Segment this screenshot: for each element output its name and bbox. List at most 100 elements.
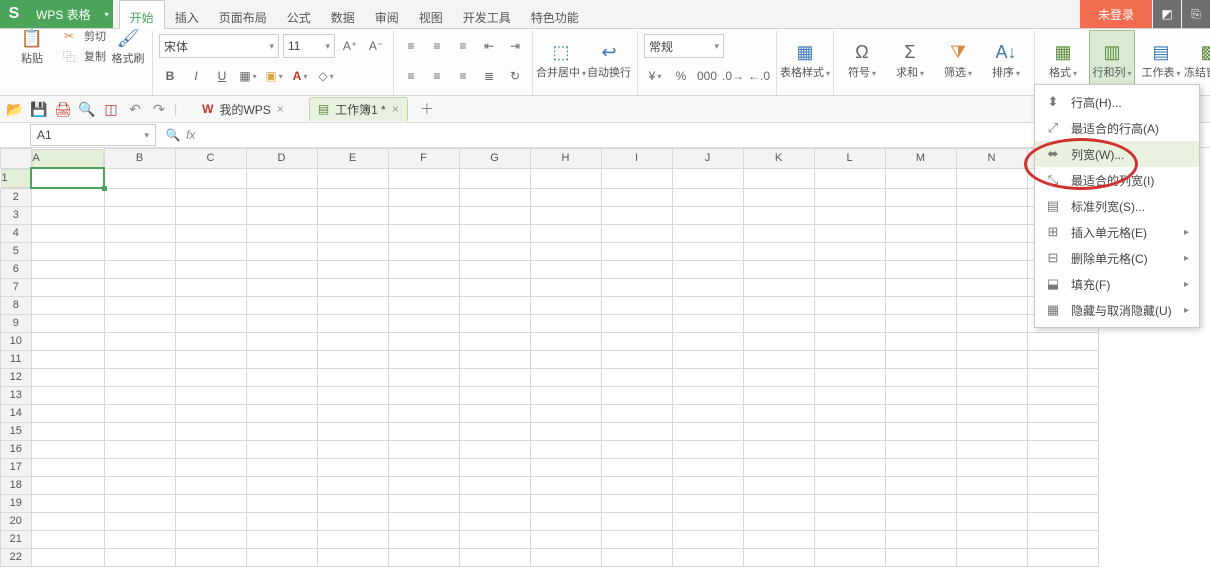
cell-C4[interactable]	[175, 224, 246, 242]
cell-M7[interactable]	[885, 278, 956, 296]
menu-tab-7[interactable]: 开发工具	[453, 0, 521, 28]
cell-M16[interactable]	[885, 440, 956, 458]
row-header-18[interactable]: 18	[1, 476, 32, 494]
cell-A11[interactable]	[31, 350, 104, 368]
row-header-14[interactable]: 14	[1, 404, 32, 422]
cell-K22[interactable]	[743, 548, 814, 566]
cell-K21[interactable]	[743, 530, 814, 548]
cell-B10[interactable]	[104, 332, 175, 350]
cell-J1[interactable]	[672, 168, 743, 188]
cell-B8[interactable]	[104, 296, 175, 314]
cell-E21[interactable]	[317, 530, 388, 548]
cell-O10[interactable]	[1027, 332, 1098, 350]
row-header-4[interactable]: 4	[1, 224, 32, 242]
col-header-E[interactable]: E	[317, 149, 388, 169]
cell-A5[interactable]	[31, 242, 104, 260]
cell-N9[interactable]	[956, 314, 1027, 332]
shrink-font-icon[interactable]: A⁻	[365, 35, 387, 57]
cell-A15[interactable]	[31, 422, 104, 440]
phonetic-button[interactable]: ◇▾	[315, 65, 337, 87]
dec-dec-icon[interactable]: ←.0	[748, 65, 770, 87]
menu-tab-8[interactable]: 特色功能	[521, 0, 589, 28]
cell-M1[interactable]	[885, 168, 956, 188]
col-header-L[interactable]: L	[814, 149, 885, 169]
cell-C1[interactable]	[175, 168, 246, 188]
cell-L12[interactable]	[814, 368, 885, 386]
copy-icon[interactable]: ⿻	[58, 45, 80, 67]
cell-K10[interactable]	[743, 332, 814, 350]
cell-I2[interactable]	[601, 188, 672, 206]
cell-M4[interactable]	[885, 224, 956, 242]
cell-N11[interactable]	[956, 350, 1027, 368]
cell-G22[interactable]	[459, 548, 530, 566]
cell-A1[interactable]	[31, 168, 104, 188]
cell-M10[interactable]	[885, 332, 956, 350]
cell-O17[interactable]	[1027, 458, 1098, 476]
cell-G13[interactable]	[459, 386, 530, 404]
cell-G19[interactable]	[459, 494, 530, 512]
cell-G4[interactable]	[459, 224, 530, 242]
cell-N2[interactable]	[956, 188, 1027, 206]
cell-I1[interactable]	[601, 168, 672, 188]
cell-N13[interactable]	[956, 386, 1027, 404]
cell-A2[interactable]	[31, 188, 104, 206]
dropdown-item-8[interactable]: ▦隐藏与取消隐藏(U)▸	[1035, 297, 1199, 323]
cell-E14[interactable]	[317, 404, 388, 422]
row-header-16[interactable]: 16	[1, 440, 32, 458]
cell-F6[interactable]	[388, 260, 459, 278]
cell-B9[interactable]	[104, 314, 175, 332]
cell-B4[interactable]	[104, 224, 175, 242]
cell-A6[interactable]	[31, 260, 104, 278]
cell-L7[interactable]	[814, 278, 885, 296]
menu-tab-1[interactable]: 插入	[165, 0, 209, 28]
cell-F9[interactable]	[388, 314, 459, 332]
cell-N5[interactable]	[956, 242, 1027, 260]
cell-G8[interactable]	[459, 296, 530, 314]
cell-A3[interactable]	[31, 206, 104, 224]
cell-N12[interactable]	[956, 368, 1027, 386]
cell-A7[interactable]	[31, 278, 104, 296]
cell-O13[interactable]	[1027, 386, 1098, 404]
font-name-select[interactable]: 宋体▾	[159, 34, 279, 58]
cell-L8[interactable]	[814, 296, 885, 314]
cell-K9[interactable]	[743, 314, 814, 332]
underline-button[interactable]: U	[211, 65, 233, 87]
cell-F5[interactable]	[388, 242, 459, 260]
cell-E6[interactable]	[317, 260, 388, 278]
grow-font-icon[interactable]: A⁺	[339, 35, 361, 57]
cell-C19[interactable]	[175, 494, 246, 512]
cell-A18[interactable]	[31, 476, 104, 494]
cell-J4[interactable]	[672, 224, 743, 242]
cell-K20[interactable]	[743, 512, 814, 530]
indent-inc-icon[interactable]: ⇥	[504, 35, 526, 57]
align-bottom-icon[interactable]: ≡	[452, 35, 474, 57]
col-header-H[interactable]: H	[530, 149, 601, 169]
row-header-11[interactable]: 11	[1, 350, 32, 368]
cell-H3[interactable]	[530, 206, 601, 224]
number-format-select[interactable]: 常规▾	[644, 34, 724, 58]
cell-G10[interactable]	[459, 332, 530, 350]
cell-D14[interactable]	[246, 404, 317, 422]
cell-N3[interactable]	[956, 206, 1027, 224]
dropdown-item-3[interactable]: ⤡最适合的列宽(I)	[1035, 167, 1199, 193]
cell-O22[interactable]	[1027, 548, 1098, 566]
cell-F13[interactable]	[388, 386, 459, 404]
font-size-select[interactable]: 11▾	[283, 34, 335, 58]
cell-L9[interactable]	[814, 314, 885, 332]
cell-F21[interactable]	[388, 530, 459, 548]
cell-N21[interactable]	[956, 530, 1027, 548]
cell-L18[interactable]	[814, 476, 885, 494]
cell-B21[interactable]	[104, 530, 175, 548]
row-header-7[interactable]: 7	[1, 278, 32, 296]
cell-C2[interactable]	[175, 188, 246, 206]
cell-M9[interactable]	[885, 314, 956, 332]
cell-A19[interactable]	[31, 494, 104, 512]
filter-button[interactable]: ⧩筛选▾	[936, 31, 980, 89]
cell-K4[interactable]	[743, 224, 814, 242]
cell-D17[interactable]	[246, 458, 317, 476]
cell-G14[interactable]	[459, 404, 530, 422]
cell-H18[interactable]	[530, 476, 601, 494]
name-box[interactable]: A1▾	[30, 124, 156, 146]
open-icon[interactable]: 📂	[6, 100, 24, 118]
cell-C10[interactable]	[175, 332, 246, 350]
